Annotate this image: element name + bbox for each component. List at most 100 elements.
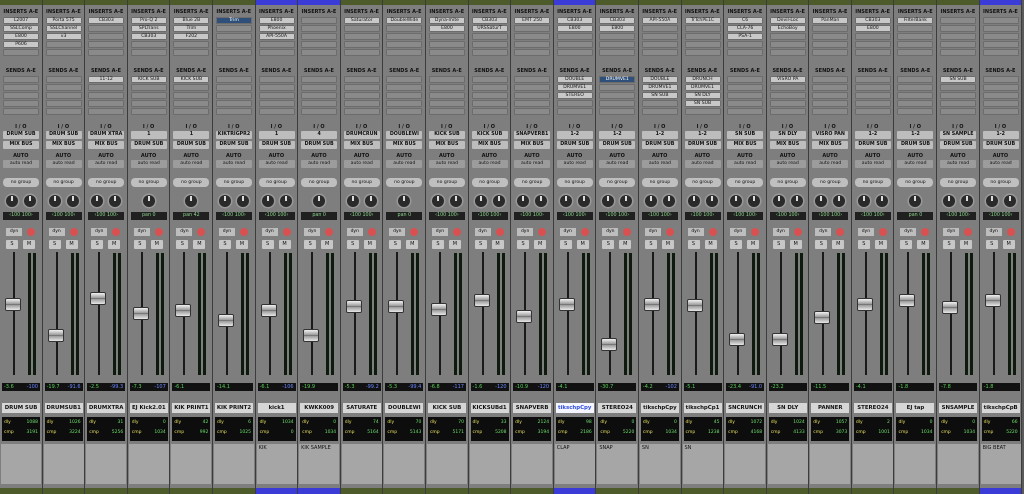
send-slot[interactable]: [514, 92, 551, 99]
dyn-button[interactable]: dyn: [133, 228, 150, 236]
automation-mode-selector[interactable]: auto read: [173, 160, 210, 168]
insert-slot[interactable]: CB303: [88, 17, 125, 24]
send-slot[interactable]: [471, 76, 508, 83]
comments-field[interactable]: [171, 444, 212, 484]
insert-slot[interactable]: P606: [3, 41, 39, 48]
input-selector[interactable]: 1-2: [854, 131, 891, 139]
insert-slot[interactable]: Trim: [215, 17, 252, 24]
solo-button[interactable]: S: [218, 240, 231, 249]
insert-slot[interactable]: v3: [45, 33, 82, 40]
automation-mode-selector[interactable]: auto read: [343, 160, 380, 168]
group-selector[interactable]: no group: [471, 178, 508, 187]
output-selector[interactable]: DRUM SUB: [641, 141, 678, 149]
solo-button[interactable]: S: [304, 240, 317, 249]
insert-slot[interactable]: [45, 41, 82, 48]
send-slot[interactable]: [727, 92, 764, 99]
automation-mode-selector[interactable]: auto read: [130, 160, 167, 168]
solo-button[interactable]: S: [133, 240, 146, 249]
automation-mode-selector[interactable]: auto read: [897, 160, 934, 168]
solo-button[interactable]: S: [6, 240, 18, 249]
group-selector[interactable]: no group: [812, 178, 849, 187]
insert-slot[interactable]: [514, 33, 551, 40]
insert-slot[interactable]: [88, 49, 125, 56]
insert-slot[interactable]: CLA-76: [727, 25, 764, 32]
volume-fader[interactable]: [900, 294, 915, 306]
record-enable-button[interactable]: [964, 228, 973, 236]
pan-right-knob[interactable]: [449, 195, 462, 207]
volume-fader[interactable]: [261, 304, 276, 316]
insert-slot[interactable]: FilterBank: [897, 17, 934, 24]
record-enable-button[interactable]: [69, 228, 78, 236]
send-slot[interactable]: [514, 84, 551, 91]
automation-mode-selector[interactable]: auto read: [684, 160, 721, 168]
input-selector[interactable]: KIKTRIGPR2: [215, 131, 252, 139]
output-selector[interactable]: MIX BUS: [45, 141, 82, 149]
pan-left-knob[interactable]: [218, 195, 231, 207]
pan-right-knob[interactable]: [492, 195, 505, 207]
comments-field[interactable]: [512, 444, 553, 484]
send-slot[interactable]: [599, 84, 636, 91]
track-name[interactable]: PANNER: [811, 403, 850, 413]
insert-slot[interactable]: [343, 49, 380, 56]
track-name[interactable]: DRUM SUB: [2, 403, 40, 413]
dyn-button[interactable]: dyn: [730, 228, 747, 236]
insert-slot[interactable]: [428, 49, 465, 56]
send-slot[interactable]: [301, 92, 338, 99]
insert-slot[interactable]: Saturator: [343, 17, 380, 24]
insert-slot[interactable]: [514, 41, 551, 48]
send-slot[interactable]: [215, 76, 252, 83]
input-selector[interactable]: KICK SUB: [428, 131, 465, 139]
insert-slot[interactable]: [812, 33, 849, 40]
insert-slot[interactable]: [854, 33, 891, 40]
send-slot[interactable]: [45, 108, 82, 115]
send-slot[interactable]: [854, 92, 891, 99]
solo-button[interactable]: S: [261, 240, 274, 249]
send-slot[interactable]: [897, 108, 934, 115]
send-slot[interactable]: [386, 76, 423, 83]
send-slot[interactable]: SN SUB: [641, 92, 678, 99]
input-selector[interactable]: DRUM XTRA: [88, 131, 125, 139]
solo-button[interactable]: S: [389, 240, 402, 249]
pan-knob[interactable]: [313, 195, 326, 207]
pan-left-knob[interactable]: [346, 195, 359, 207]
dyn-button[interactable]: dyn: [389, 228, 406, 236]
dyn-button[interactable]: dyn: [772, 228, 789, 236]
pan-knob[interactable]: [185, 195, 198, 207]
pan-right-knob[interactable]: [748, 195, 761, 207]
track-name[interactable]: EJ tap: [896, 403, 935, 413]
volume-fader[interactable]: [218, 314, 233, 326]
track-name[interactable]: KICK SUB: [427, 403, 466, 413]
input-selector[interactable]: SNAPVERB1: [514, 131, 551, 139]
dyn-button[interactable]: dyn: [517, 228, 534, 236]
record-enable-button[interactable]: [154, 228, 163, 236]
insert-slot[interactable]: [940, 33, 977, 40]
insert-slot[interactable]: CB303: [556, 17, 593, 24]
insert-slot[interactable]: [386, 25, 423, 32]
send-slot[interactable]: [684, 108, 721, 115]
group-selector[interactable]: no group: [428, 178, 465, 187]
insert-slot[interactable]: [854, 41, 891, 48]
insert-slot[interactable]: [641, 49, 678, 56]
send-slot[interactable]: [386, 92, 423, 99]
solo-button[interactable]: S: [687, 240, 700, 249]
insert-slot[interactable]: [940, 17, 977, 24]
pan-left-knob[interactable]: [943, 195, 956, 207]
group-selector[interactable]: no group: [88, 178, 125, 187]
output-selector[interactable]: DRUM SUB: [897, 141, 934, 149]
pan-right-knob[interactable]: [109, 195, 122, 207]
insert-slot[interactable]: [897, 33, 934, 40]
mute-button[interactable]: M: [534, 240, 547, 249]
send-slot[interactable]: [3, 92, 39, 99]
send-slot[interactable]: [173, 100, 210, 107]
insert-slot[interactable]: [897, 49, 934, 56]
send-slot[interactable]: [940, 92, 977, 99]
group-selector[interactable]: no group: [641, 178, 678, 187]
send-slot[interactable]: [3, 108, 39, 115]
output-selector[interactable]: DRUM SUB: [940, 141, 977, 149]
insert-slot[interactable]: [599, 49, 636, 56]
automation-mode-selector[interactable]: auto read: [386, 160, 423, 168]
insert-slot[interactable]: E800: [556, 25, 593, 32]
automation-mode-selector[interactable]: auto read: [982, 160, 1019, 168]
record-enable-button[interactable]: [921, 228, 930, 236]
send-slot[interactable]: KICK SUB: [130, 76, 167, 83]
